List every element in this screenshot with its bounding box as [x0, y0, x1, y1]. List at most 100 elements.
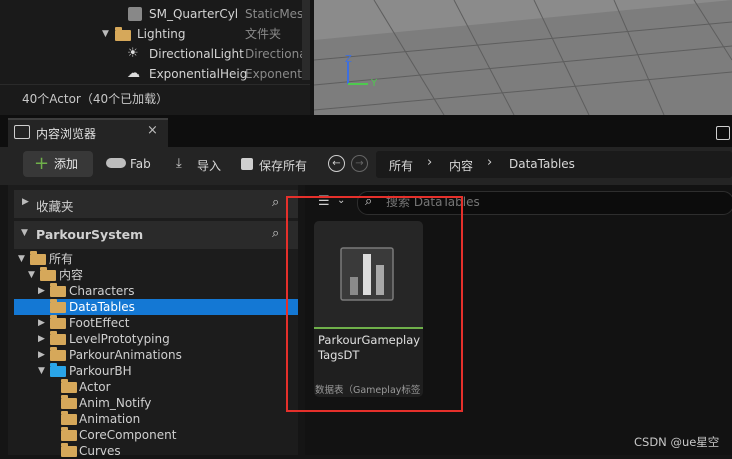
close-icon[interactable]: ×	[147, 123, 158, 138]
expand-arrow-icon[interactable]: ▶	[38, 315, 45, 331]
folder-icon	[50, 283, 66, 297]
folder-open-icon	[50, 363, 66, 377]
tree-item-label: Characters	[69, 284, 135, 298]
expand-arrow-icon[interactable]: ▼	[18, 251, 25, 267]
save-icon	[241, 158, 253, 170]
save-all-button[interactable]: 保存所有	[259, 157, 307, 174]
outliner-row-name: SM_QuarterCyl	[149, 7, 239, 21]
folder-icon	[61, 395, 77, 409]
folder-icon	[40, 267, 56, 281]
tree-item-label: 内容	[59, 268, 84, 282]
axis-y-label: Y	[371, 78, 378, 89]
content-browser-icon	[14, 125, 30, 139]
axis-z-label: Z	[345, 54, 352, 65]
fab-button[interactable]: Fab	[130, 157, 151, 171]
chevron-right-icon[interactable]: ›	[487, 155, 492, 170]
outliner-row-type: StaticMes	[245, 7, 304, 21]
tree-item[interactable]: ▶ Characters	[14, 283, 298, 299]
tree-item[interactable]: CoreComponent	[14, 427, 298, 443]
outliner-row[interactable]: ▼ Lighting 文件夹	[0, 24, 310, 44]
tree-item[interactable]: ▼ 所有	[14, 251, 298, 267]
add-button[interactable]: + 添加	[23, 151, 93, 177]
expand-arrow-icon[interactable]: ▶	[22, 197, 29, 207]
breadcrumb-item[interactable]: 内容	[449, 157, 473, 174]
folder-icon	[50, 315, 66, 329]
tree-item-label: 所有	[49, 252, 74, 266]
tree-item[interactable]: Curves	[14, 443, 298, 459]
import-button[interactable]: 导入	[197, 157, 221, 174]
tree-item[interactable]: ▶ ParkourAnimations	[14, 347, 298, 363]
outliner-row[interactable]: ☁ ExponentialHeig Exponent	[0, 64, 310, 84]
outliner-row-type: Directiona	[245, 47, 307, 61]
tree-item-label: Anim_Notify	[79, 396, 152, 410]
search-icon[interactable]: ⌕	[272, 195, 279, 210]
tree-item-selected[interactable]: DataTables	[14, 299, 298, 315]
tree-item-label: ParkourBH	[69, 364, 132, 378]
expand-arrow-icon[interactable]: ▶	[38, 347, 45, 363]
tree-item[interactable]: ▶ LevelPrototyping	[14, 331, 298, 347]
static-mesh-icon	[128, 7, 142, 21]
actor-count: 40个Actor（40个已加载）	[22, 92, 169, 106]
expand-arrow-icon[interactable]: ▶	[38, 331, 45, 347]
tree-item[interactable]: Animation	[14, 411, 298, 427]
tree-item[interactable]: ▶ FootEffect	[14, 315, 298, 331]
level-viewport[interactable]: Z Y	[314, 0, 732, 115]
window-icon[interactable]	[716, 126, 730, 140]
folder-icon	[61, 379, 77, 393]
tree-item-label: ParkourAnimations	[69, 348, 182, 362]
back-icon[interactable]: ←	[328, 155, 345, 172]
outliner-row-type: Exponent	[245, 67, 302, 81]
expand-arrow-icon[interactable]: ▶	[38, 283, 45, 299]
outliner-row-name: ExponentialHeig	[149, 67, 248, 81]
plus-icon: +	[34, 153, 50, 174]
outliner-row[interactable]: SM_QuarterCyl StaticMes	[0, 4, 310, 24]
tree-item[interactable]: Actor	[14, 379, 298, 395]
tree-item-label: DataTables	[69, 300, 135, 314]
forward-icon[interactable]: →	[351, 155, 368, 172]
fog-icon: ☁	[127, 66, 140, 81]
tree-item-label: Animation	[79, 412, 141, 426]
expand-arrow-icon[interactable]: ▼	[21, 228, 28, 238]
viewport-grid	[314, 0, 732, 115]
search-icon[interactable]: ⌕	[272, 226, 279, 241]
watermark: CSDN @ue星空	[634, 435, 720, 449]
fab-icon	[106, 158, 126, 168]
tree-item-label: Curves	[79, 444, 121, 458]
outliner-row[interactable]: ☀ DirectionalLight Directiona	[0, 44, 310, 64]
breadcrumb-item[interactable]: 所有	[389, 157, 413, 174]
tree-item-label: FootEffect	[69, 316, 130, 330]
favorites-section[interactable]: ▶ 收藏夹 ⌕	[14, 190, 298, 218]
expand-arrow-icon[interactable]: ▼	[38, 363, 45, 379]
tree-item[interactable]: ▼ ParkourBH	[14, 363, 298, 379]
outliner-scrollbar[interactable]	[302, 0, 310, 80]
directional-light-icon: ☀	[127, 46, 139, 61]
project-section[interactable]: ▼ ParkourSystem ⌕	[14, 221, 298, 249]
breadcrumb-item[interactable]: DataTables	[509, 157, 575, 171]
tab-label: 内容浏览器	[36, 127, 97, 141]
chevron-right-icon[interactable]: ›	[427, 155, 432, 170]
divider	[0, 84, 310, 85]
tree-item[interactable]: Anim_Notify	[14, 395, 298, 411]
folder-icon	[50, 299, 66, 313]
tree-item-label: LevelPrototyping	[69, 332, 170, 346]
annotation-highlight	[286, 196, 463, 412]
project-label: ParkourSystem	[36, 227, 144, 242]
folder-icon	[30, 251, 46, 265]
outliner-row-name: DirectionalLight	[149, 47, 244, 61]
expand-arrow-icon[interactable]: ▼	[102, 24, 109, 44]
folder-icon	[61, 411, 77, 425]
expand-arrow-icon[interactable]: ▼	[28, 267, 35, 283]
tree-item-label: Actor	[79, 380, 111, 394]
favorites-label: 收藏夹	[36, 199, 74, 214]
folder-icon	[50, 331, 66, 345]
folder-icon	[115, 27, 131, 41]
tree-item-label: CoreComponent	[79, 428, 177, 442]
import-icon: ⤓	[176, 156, 182, 171]
folder-icon	[50, 347, 66, 361]
outliner-row-name: Lighting	[137, 27, 186, 41]
add-button-label: 添加	[54, 157, 79, 171]
folder-icon	[61, 443, 77, 457]
tree-item[interactable]: ▼ 内容	[14, 267, 298, 283]
outliner-row-type: 文件夹	[245, 27, 282, 41]
folder-icon	[61, 427, 77, 441]
